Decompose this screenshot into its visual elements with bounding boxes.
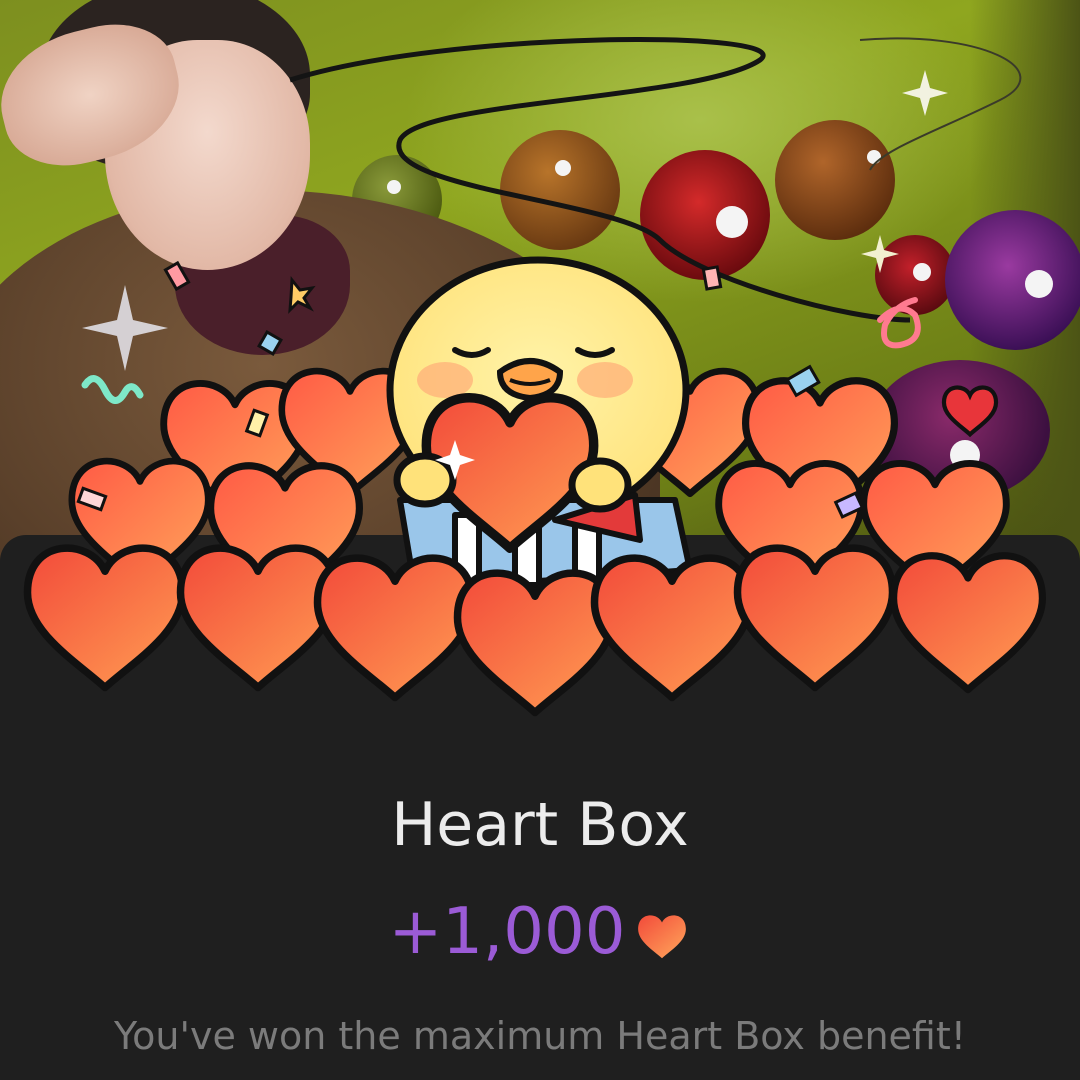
chick-hand bbox=[393, 452, 457, 508]
chick-hand bbox=[568, 457, 632, 513]
heart-icon bbox=[638, 915, 687, 959]
heart-shape bbox=[595, 558, 750, 697]
heart-confetti bbox=[944, 388, 996, 435]
heart-shape bbox=[318, 558, 473, 697]
heart-shape bbox=[738, 548, 893, 687]
reward-message: You've won the maximum Heart Box benefit… bbox=[114, 1014, 966, 1058]
heart-shape bbox=[28, 548, 183, 687]
reward-amount: +1,000 bbox=[388, 895, 626, 969]
heart-shape bbox=[181, 548, 336, 687]
heart-box-illustration bbox=[0, 256, 1080, 720]
reward-title: Heart Box bbox=[391, 790, 689, 860]
reward-amount-row: +1,000 bbox=[0, 895, 1080, 969]
heart-shape bbox=[894, 556, 1043, 690]
heart-shape bbox=[458, 573, 613, 712]
